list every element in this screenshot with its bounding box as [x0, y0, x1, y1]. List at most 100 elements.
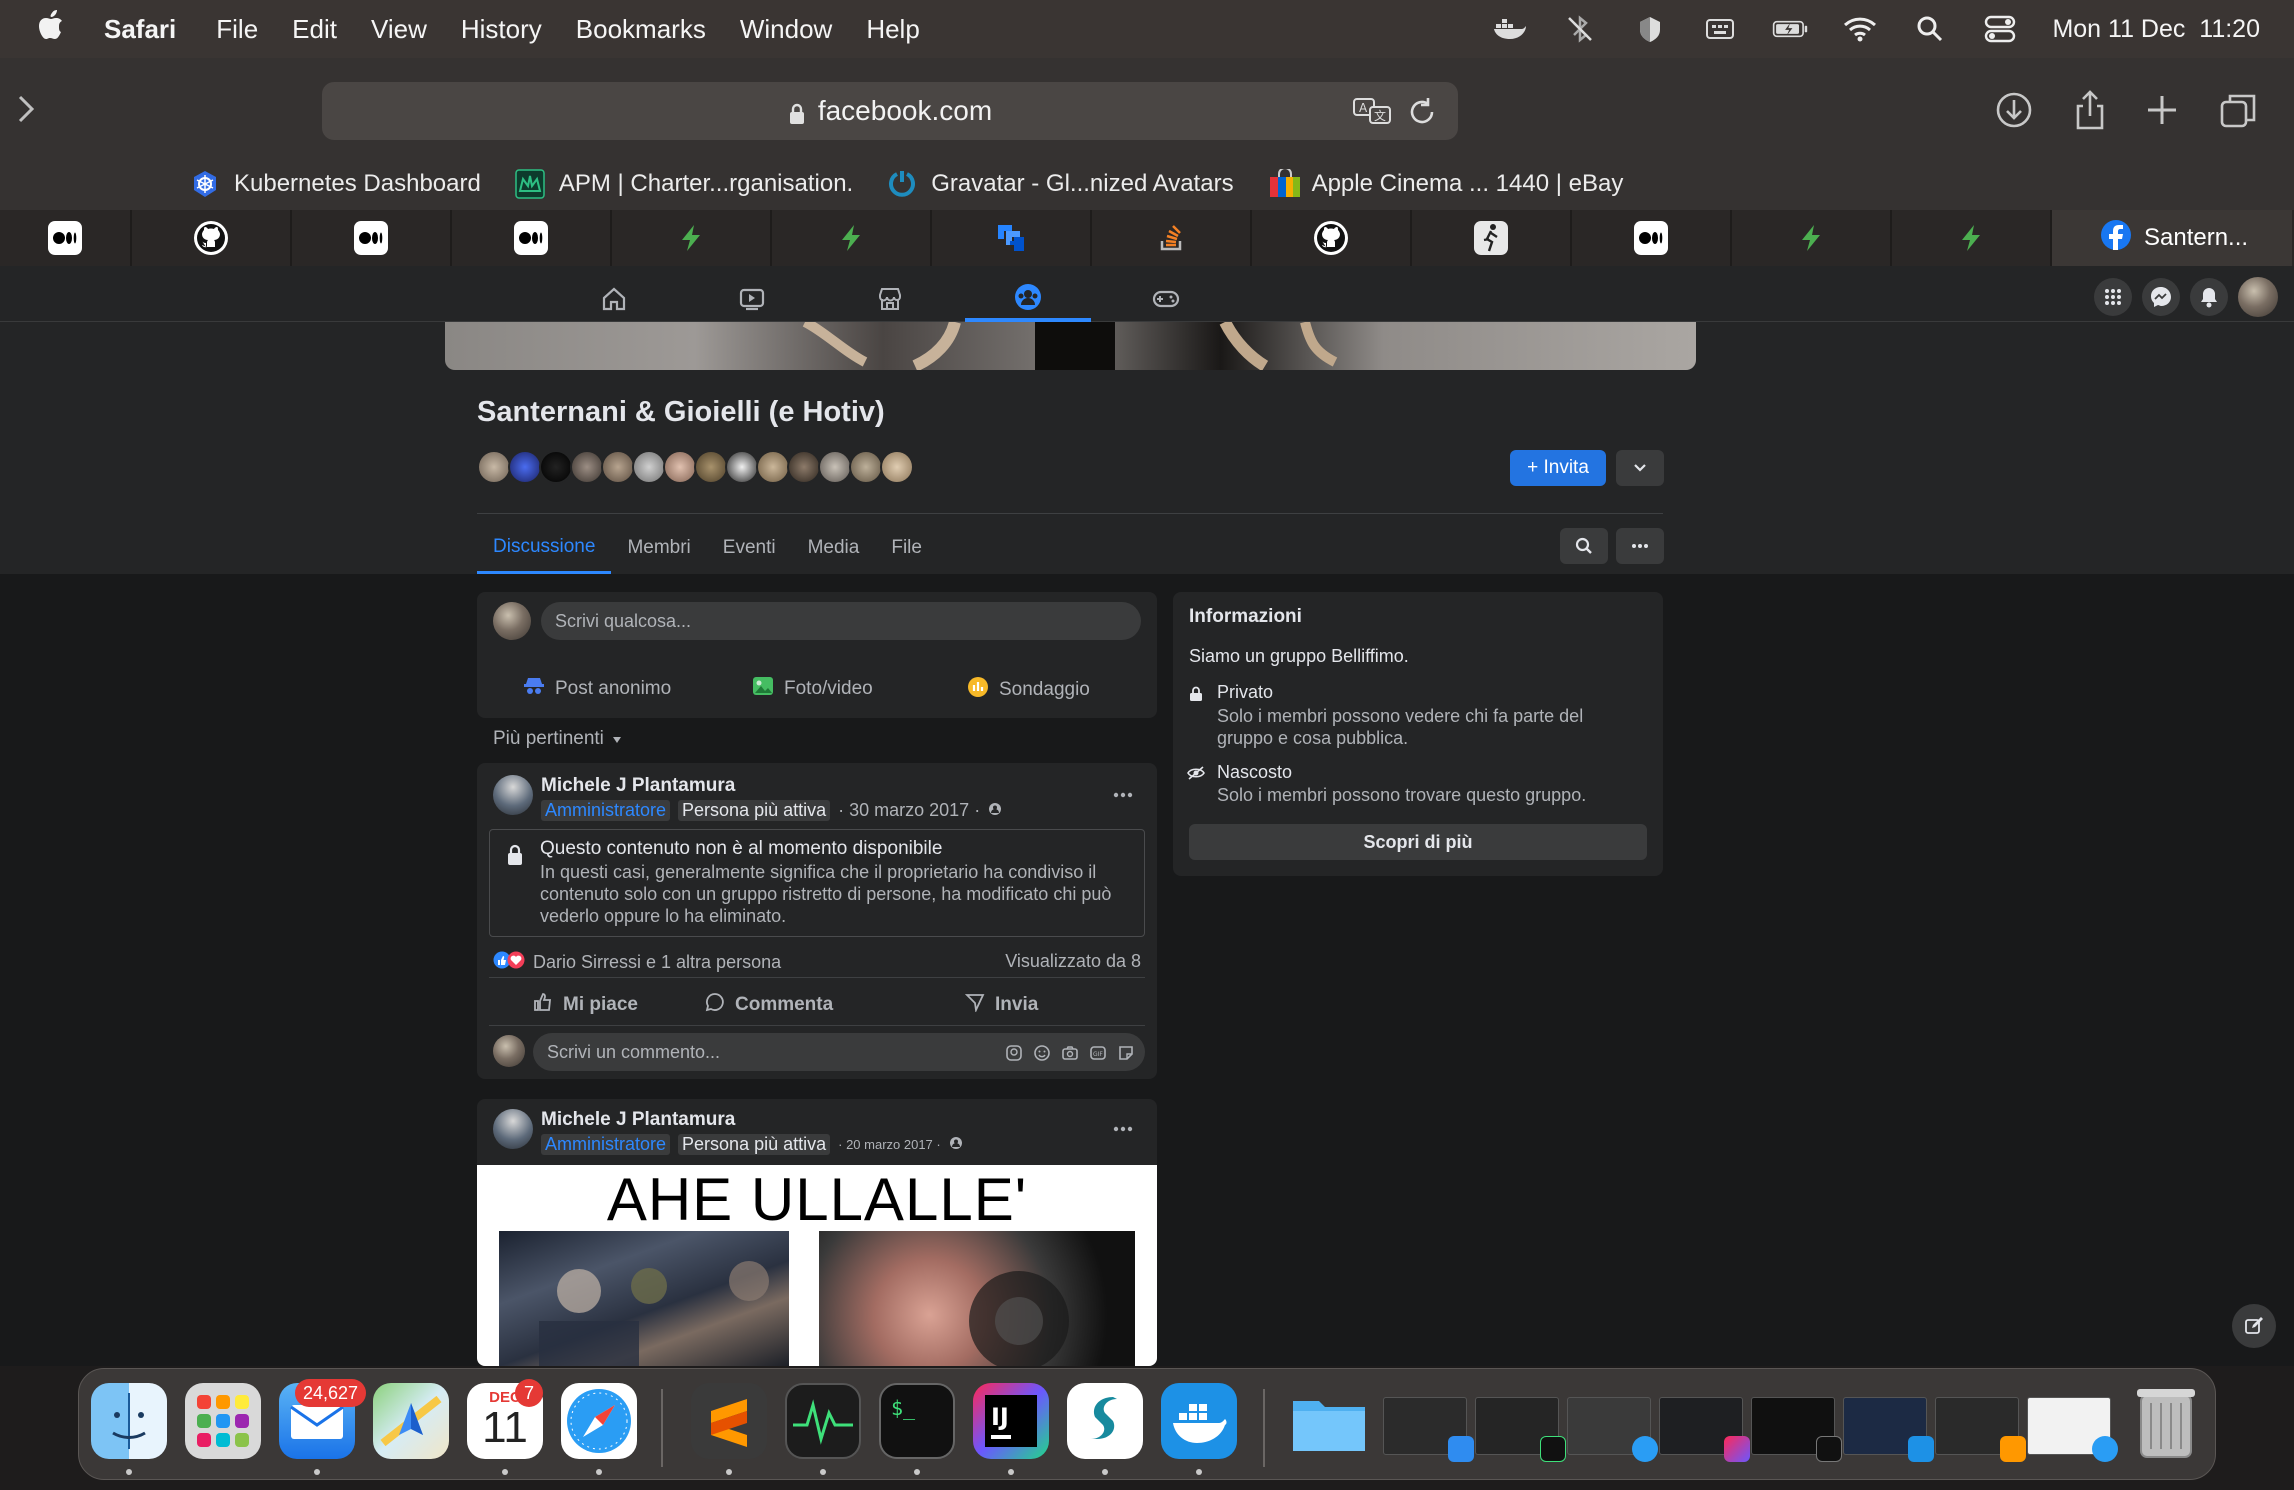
- minimized-window-terminal[interactable]: [1751, 1397, 1842, 1462]
- downloads-icon[interactable]: [1994, 88, 2034, 132]
- post-options-icon[interactable]: [1113, 1119, 1133, 1137]
- sidebar-toggle-icon[interactable]: [14, 92, 44, 132]
- tab-stackoverflow[interactable]: [1092, 210, 1252, 266]
- post-author-avatar[interactable]: [493, 775, 533, 815]
- tab-eventi[interactable]: Eventi: [707, 522, 792, 574]
- photo-video-button[interactable]: Foto/video: [752, 676, 873, 702]
- camera-icon[interactable]: [1061, 1044, 1079, 1067]
- member-avatar[interactable]: [477, 450, 511, 484]
- launchpad-icon[interactable]: [185, 1383, 261, 1459]
- menu-edit[interactable]: Edit: [292, 14, 337, 45]
- member-avatar[interactable]: [849, 450, 883, 484]
- member-avatar[interactable]: [601, 450, 635, 484]
- member-avatar[interactable]: [818, 450, 852, 484]
- post-date[interactable]: · 20 marzo 2017 ·: [838, 1137, 941, 1152]
- comment-button[interactable]: Commenta: [705, 992, 833, 1018]
- comment-input[interactable]: Scrivi un commento... GIF: [533, 1033, 1145, 1071]
- minimized-window-activity[interactable]: [1475, 1397, 1566, 1462]
- folder-icon[interactable]: [1289, 1383, 1365, 1459]
- reload-icon[interactable]: [1406, 94, 1438, 128]
- post-image[interactable]: AHE ULLALLE': [477, 1165, 1157, 1366]
- tab-bolt-2[interactable]: [772, 210, 932, 266]
- member-avatar[interactable]: [570, 450, 604, 484]
- nav-home-icon[interactable]: [551, 276, 677, 322]
- sticker-icon[interactable]: [1117, 1044, 1135, 1067]
- favorite-kubernetes[interactable]: Kubernetes Dashboard: [190, 169, 481, 199]
- member-avatar[interactable]: [508, 450, 542, 484]
- tab-discussione[interactable]: Discussione: [477, 522, 612, 574]
- tab-bolt-3[interactable]: [1732, 210, 1892, 266]
- menu-help[interactable]: Help: [866, 14, 919, 45]
- favorite-ebay[interactable]: Apple Cinema ... 1440 | eBay: [1268, 167, 1623, 199]
- group-more-icon[interactable]: [1616, 528, 1664, 564]
- anonymous-post-button[interactable]: Post anonimo: [523, 676, 671, 702]
- emoji-icon[interactable]: [1033, 1044, 1051, 1067]
- tab-medium-3[interactable]: [452, 210, 612, 266]
- sort-dropdown[interactable]: Più pertinenti: [493, 728, 622, 750]
- spotlight-search-icon[interactable]: [1912, 15, 1948, 43]
- post-options-icon[interactable]: [1113, 785, 1133, 803]
- member-avatars[interactable]: [477, 450, 914, 484]
- terminal-icon[interactable]: $_: [879, 1383, 955, 1459]
- menu-app-name[interactable]: Safari: [104, 14, 176, 45]
- finder-icon[interactable]: [91, 1383, 167, 1459]
- post-author[interactable]: Michele J Plantamura: [541, 775, 735, 797]
- post-date[interactable]: · 30 marzo 2017 ·: [838, 800, 980, 821]
- composer-input[interactable]: Scrivi qualcosa...: [541, 602, 1141, 640]
- group-search-icon[interactable]: [1560, 528, 1608, 564]
- intellij-icon[interactable]: IJ: [973, 1383, 1049, 1459]
- member-avatar[interactable]: [725, 450, 759, 484]
- activity-monitor-icon[interactable]: [785, 1383, 861, 1459]
- minimized-window-docker[interactable]: [1843, 1397, 1934, 1462]
- apple-menu-icon[interactable]: [38, 10, 64, 48]
- tab-file[interactable]: File: [875, 522, 938, 574]
- post-author[interactable]: Michele J Plantamura: [541, 1109, 735, 1131]
- favorite-gravatar[interactable]: Gravatar - Gl...nized Avatars: [887, 169, 1234, 199]
- bluetooth-off-icon[interactable]: [1562, 15, 1598, 43]
- minimized-window-intellij[interactable]: [1659, 1397, 1750, 1462]
- menu-file[interactable]: File: [216, 14, 258, 45]
- seen-by[interactable]: Visualizzato da 8: [1005, 951, 1141, 972]
- member-avatar[interactable]: [756, 450, 790, 484]
- docker-icon[interactable]: [1161, 1383, 1237, 1459]
- minimized-window-safari-2[interactable]: [2027, 1397, 2118, 1462]
- tab-runner[interactable]: [1412, 210, 1572, 266]
- learn-more-button[interactable]: Scopri di più: [1189, 824, 1647, 860]
- menu-window[interactable]: Window: [740, 14, 832, 45]
- tab-membri[interactable]: Membri: [611, 522, 706, 574]
- tab-bolt-4[interactable]: [1892, 210, 2052, 266]
- tab-github-1[interactable]: [132, 210, 292, 266]
- new-tab-icon[interactable]: [2142, 88, 2182, 132]
- like-button[interactable]: Mi piace: [533, 992, 638, 1018]
- tab-jira[interactable]: [932, 210, 1092, 266]
- menu-history[interactable]: History: [461, 14, 542, 45]
- nav-video-icon[interactable]: [689, 276, 815, 322]
- group-options-chevron-icon[interactable]: [1616, 450, 1664, 486]
- invite-button[interactable]: + Invita: [1510, 450, 1606, 486]
- keyboard-icon[interactable]: [1702, 15, 1738, 43]
- messenger-icon[interactable]: [2142, 278, 2180, 316]
- control-center-icon[interactable]: [1982, 15, 2018, 43]
- nav-gaming-icon[interactable]: [1103, 276, 1229, 322]
- poll-button[interactable]: Sondaggio: [967, 676, 1090, 704]
- nav-groups-icon[interactable]: [965, 276, 1091, 322]
- docker-status-icon[interactable]: [1492, 15, 1528, 43]
- surfshark-icon[interactable]: [1067, 1383, 1143, 1459]
- nav-marketplace-icon[interactable]: [827, 276, 953, 322]
- menu-bookmarks[interactable]: Bookmarks: [576, 14, 706, 45]
- member-avatar[interactable]: [880, 450, 914, 484]
- new-message-compose-icon[interactable]: [2232, 1304, 2276, 1348]
- group-title[interactable]: Santernani & Gioielli (e Hotiv): [477, 396, 885, 429]
- share-icon[interactable]: [2070, 88, 2110, 132]
- tab-media[interactable]: Media: [792, 522, 876, 574]
- tab-overview-icon[interactable]: [2218, 88, 2258, 132]
- notifications-bell-icon[interactable]: [2190, 278, 2228, 316]
- translate-icon[interactable]: A文: [1352, 96, 1392, 126]
- battery-icon[interactable]: [1772, 15, 1808, 43]
- address-bar[interactable]: facebook.com A文: [322, 82, 1458, 140]
- reactions-summary[interactable]: Dario Sirressi e 1 altra persona: [493, 951, 781, 974]
- menu-view[interactable]: View: [371, 14, 427, 45]
- sublime-text-icon[interactable]: [691, 1383, 767, 1459]
- tab-medium-4[interactable]: [1572, 210, 1732, 266]
- gif-icon[interactable]: GIF: [1089, 1044, 1107, 1067]
